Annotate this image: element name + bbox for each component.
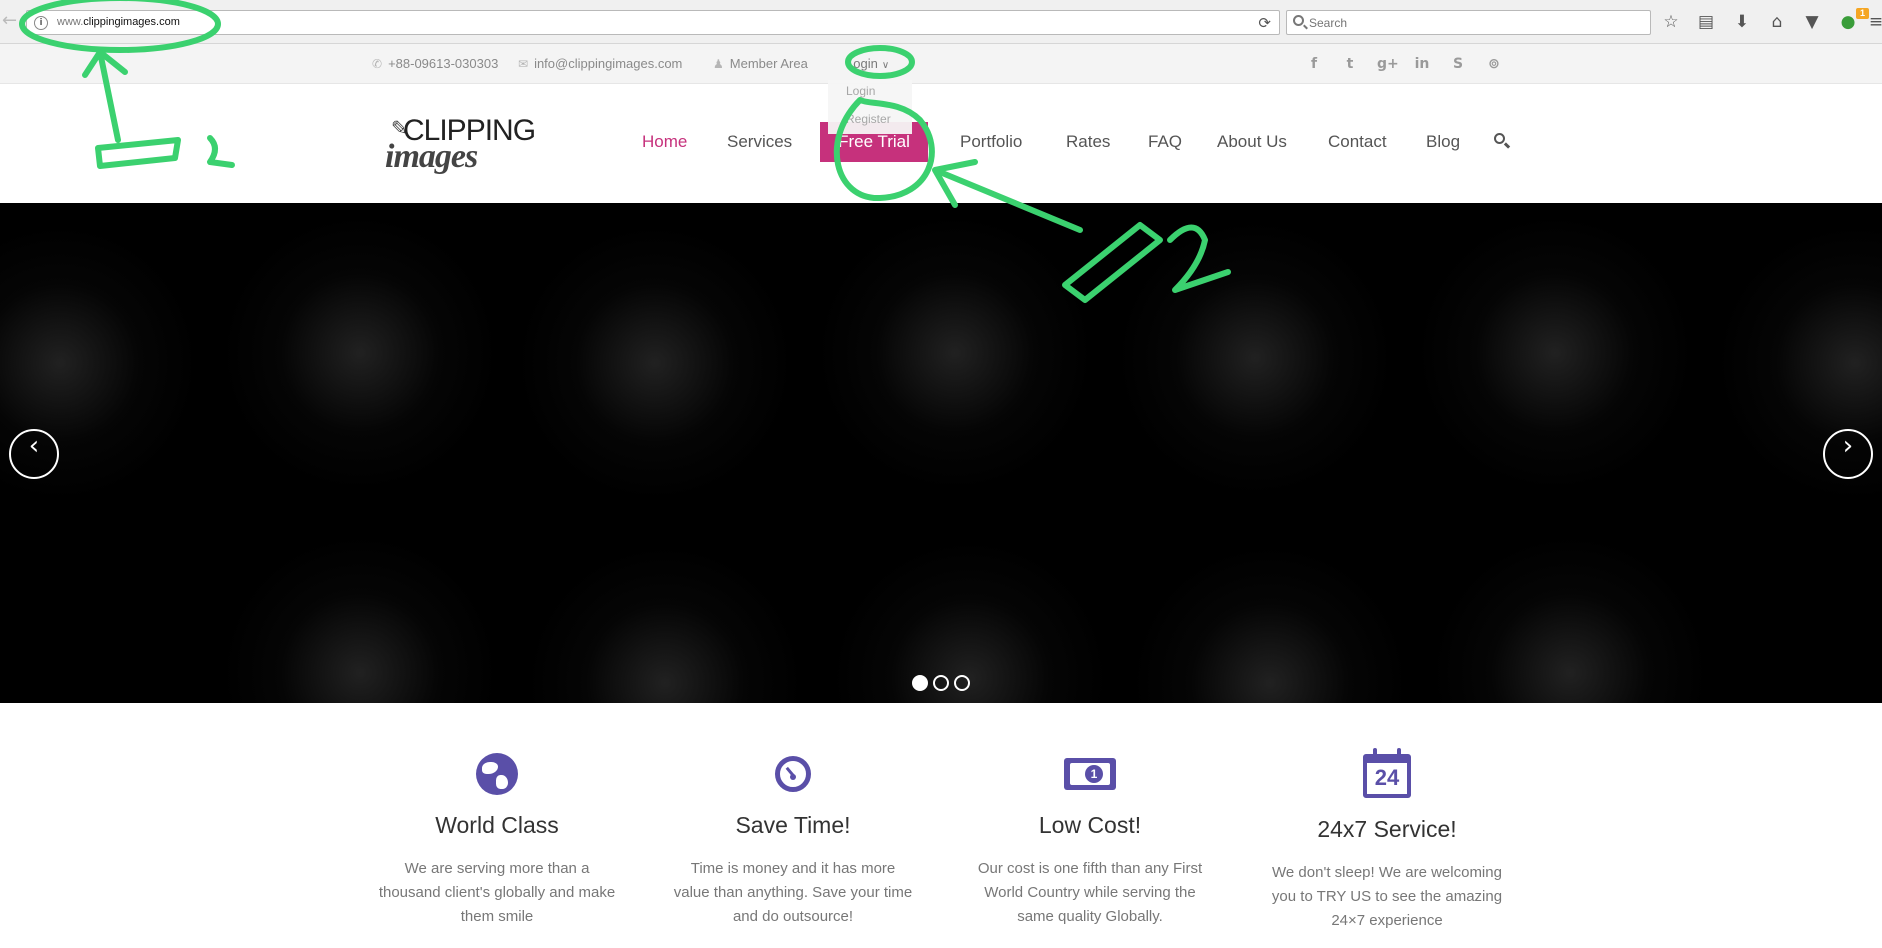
feature-title: World Class — [435, 812, 559, 838]
feature-low-cost: 1 Low Cost! Our cost is one fifth than a… — [965, 752, 1215, 929]
nav-about-us[interactable]: About Us — [1217, 132, 1287, 152]
slider-dot-2[interactable] — [933, 675, 949, 691]
slide-glow — [1130, 543, 1410, 703]
email-text: info@clippingimages.com — [534, 56, 683, 71]
slider-prev-button[interactable]: ‹ — [9, 429, 59, 479]
feature-text: We don't sleep! We are welcoming you to … — [1271, 864, 1503, 929]
linkedin-icon[interactable]: in — [1413, 55, 1431, 73]
nav-contact[interactable]: Contact — [1328, 132, 1387, 152]
email-item[interactable]: ✉ info@clippingimages.com — [518, 56, 682, 71]
feature-text: Our cost is one fifth than any First Wor… — [977, 860, 1203, 925]
feature-title: Low Cost! — [1038, 812, 1142, 838]
slide-glow — [525, 543, 805, 703]
address-bar[interactable]: i www.clippingimages.com ⟳ — [26, 10, 1280, 35]
bookmark-star-icon[interactable]: ☆ — [1659, 10, 1683, 34]
url-domain: clippingimages.com — [83, 16, 180, 28]
search-icon — [1293, 15, 1304, 26]
slide-glow — [1115, 218, 1395, 498]
feature-save-time: Save Time! Time is money and it has more… — [668, 752, 918, 929]
nav-rates[interactable]: Rates — [1066, 132, 1110, 152]
phone-icon: ✆ — [372, 57, 383, 71]
feature-text: We are serving more than a thousand clie… — [378, 860, 616, 925]
feature-world-class: World Class We are serving more than a t… — [372, 752, 622, 929]
login-toggle-label: Login — [846, 56, 878, 71]
envelope-icon: ✉ — [518, 57, 529, 71]
site-logo[interactable]: ✎ CLIPPING images — [385, 114, 536, 175]
calendar-24-icon: 24 — [1363, 748, 1411, 800]
phone-item[interactable]: ✆ +88-09613-030303 — [372, 56, 498, 71]
slider-next-button[interactable]: › — [1823, 429, 1873, 479]
site-info-icon[interactable]: i — [34, 16, 48, 30]
slider-pagination — [912, 675, 975, 693]
home-icon[interactable]: ⌂ — [1765, 10, 1789, 34]
download-icon[interactable]: ⬇ — [1730, 10, 1754, 34]
login-menu-item-login[interactable]: Login — [846, 84, 875, 98]
rss-icon[interactable]: ⊚ — [1485, 55, 1503, 73]
nav-blog[interactable]: Blog — [1426, 132, 1460, 152]
back-icon[interactable]: ← — [2, 10, 17, 31]
logo-line2: images — [385, 138, 478, 175]
stopwatch-icon — [771, 752, 815, 796]
feature-title: Save Time! — [735, 812, 851, 838]
member-area-text: Member Area — [729, 56, 808, 71]
nav-faq[interactable]: FAQ — [1148, 132, 1182, 152]
phone-text: +88-09613-030303 — [388, 56, 499, 71]
slide-glow — [220, 213, 500, 493]
feature-title: 24x7 Service! — [1317, 816, 1457, 842]
site-header: ✎ CLIPPING images Home Services Free Tri… — [0, 84, 1882, 203]
facebook-icon[interactable]: f — [1305, 55, 1323, 73]
slide-glow — [1415, 213, 1695, 493]
slide-glow — [815, 213, 1095, 493]
nav-search-icon[interactable] — [1493, 132, 1511, 150]
url-text[interactable]: www.clippingimages.com — [57, 16, 180, 28]
slide-glow — [515, 223, 795, 503]
slider-dot-3[interactable] — [954, 675, 970, 691]
google-plus-icon[interactable]: g+ — [1377, 55, 1399, 73]
money-icon: 1 — [1064, 752, 1116, 796]
hero-slider: ‹ › — [0, 203, 1882, 703]
menu-icon[interactable]: ≡ — [1864, 10, 1882, 34]
browser-search-box[interactable] — [1286, 10, 1651, 35]
twitter-icon[interactable]: t — [1341, 55, 1359, 73]
login-dropdown-toggle[interactable]: Login ∨ — [846, 56, 889, 71]
skype-icon[interactable]: S — [1449, 55, 1467, 73]
feature-text: Time is money and it has more value than… — [673, 860, 913, 925]
chevron-down-icon: ∨ — [881, 60, 890, 71]
top-info-bar: ✆ +88-09613-030303 ✉ info@clippingimages.c… — [0, 44, 1882, 84]
globe-icon — [475, 752, 519, 796]
slider-dot-1[interactable] — [912, 675, 928, 691]
browser-toolbar: ← i www.clippingimages.com ⟳ ☆ ▤ ⬇ ⌂ ▼ ●… — [0, 0, 1882, 44]
browser-search-input[interactable] — [1309, 14, 1639, 32]
reading-list-icon[interactable]: ▤ — [1694, 10, 1718, 34]
member-area-link[interactable]: ♟ Member Area — [713, 56, 808, 71]
slide-glow — [1430, 533, 1710, 703]
slide-glow — [220, 533, 500, 703]
pocket-icon[interactable]: ▼ — [1800, 10, 1824, 34]
login-menu-item-register[interactable]: Register — [846, 112, 891, 126]
nav-home[interactable]: Home — [642, 132, 687, 152]
reload-icon[interactable]: ⟳ — [1258, 14, 1271, 32]
url-prefix: www. — [57, 16, 84, 28]
nav-services[interactable]: Services — [727, 132, 792, 152]
nav-portfolio[interactable]: Portfolio — [960, 132, 1022, 152]
login-dropdown-menu: Login Register — [828, 80, 912, 134]
feature-24x7-service: 24 24x7 Service! We don't sleep! We are … — [1262, 748, 1512, 933]
user-icon: ♟ — [713, 57, 724, 71]
